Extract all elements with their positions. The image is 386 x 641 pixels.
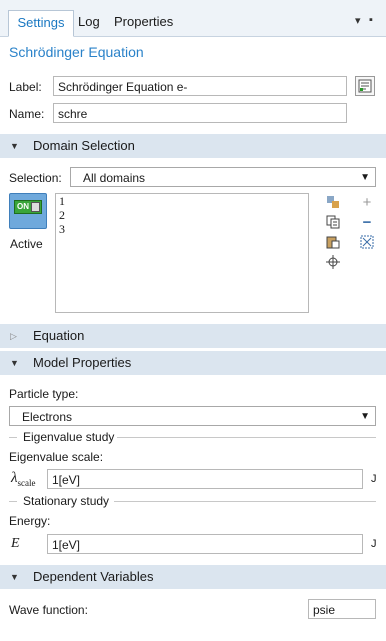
zoom-to-selection-icon[interactable]	[325, 254, 341, 270]
section-model-properties[interactable]: ▼ Model Properties	[0, 351, 386, 375]
domain-list[interactable]: 1 2 3	[55, 193, 309, 313]
eigenvalue-study-heading: Eigenvalue study	[23, 430, 115, 444]
toggle-on-text: ON	[17, 202, 29, 211]
eigenvalue-scale-input[interactable]: 1[eV]	[47, 469, 363, 489]
particle-type-label: Particle type:	[9, 387, 79, 401]
document-icon	[358, 79, 372, 93]
add-icon[interactable]: +	[359, 194, 375, 211]
section-title: Model Properties	[33, 355, 132, 370]
expand-icon: ▷	[10, 331, 17, 341]
section-title: Dependent Variables	[33, 569, 154, 584]
group-divider	[9, 437, 17, 438]
lambda-subscript: scale	[17, 478, 36, 488]
eigenvalue-scale-unit: J	[371, 473, 377, 485]
collapse-icon: ▼	[10, 141, 19, 151]
list-item[interactable]: 2	[56, 208, 308, 222]
toggle-knob	[31, 202, 40, 212]
chevron-down-icon: ▼	[360, 172, 370, 183]
collapse-icon: ▼	[10, 572, 19, 582]
chevron-down-icon: ▼	[360, 411, 370, 422]
wave-function-input[interactable]: psie	[308, 599, 376, 619]
clear-selection-icon[interactable]	[359, 234, 375, 250]
section-domain-selection[interactable]: ▼ Domain Selection	[0, 134, 386, 158]
tab-properties[interactable]: Properties	[110, 10, 177, 34]
section-equation[interactable]: ▷ Equation	[0, 324, 386, 348]
active-toggle[interactable]: ON	[9, 193, 47, 229]
list-item[interactable]: 3	[56, 222, 308, 236]
name-input[interactable]: schre	[53, 103, 347, 123]
energy-symbol: E	[11, 536, 20, 551]
label-field-label: Label:	[9, 80, 42, 94]
energy-unit: J	[371, 538, 377, 550]
stationary-study-heading: Stationary study	[23, 494, 110, 508]
list-item[interactable]: 1	[56, 194, 308, 208]
active-label: Active	[10, 237, 43, 251]
pin-icon[interactable]: ▾	[355, 14, 361, 27]
particle-type-value: Electrons	[22, 410, 73, 424]
energy-label: Energy:	[9, 514, 51, 528]
section-dependent-variables[interactable]: ▼ Dependent Variables	[0, 565, 386, 589]
selection-dropdown[interactable]: All domains ▼	[70, 167, 376, 187]
wave-function-label: Wave function:	[9, 603, 88, 617]
selection-value: All domains	[83, 171, 146, 185]
selection-label: Selection:	[9, 171, 62, 185]
paste-icon[interactable]	[325, 234, 341, 250]
eigenvalue-scale-label: Eigenvalue scale:	[9, 450, 104, 464]
energy-input[interactable]: 1[eV]	[47, 534, 363, 554]
remove-icon[interactable]: −	[359, 214, 375, 231]
section-title: Equation	[33, 328, 85, 343]
collapse-icon: ▼	[10, 358, 19, 368]
tab-log[interactable]: Log	[74, 10, 104, 34]
section-title: Domain Selection	[33, 138, 135, 153]
edit-label-button[interactable]	[355, 76, 375, 96]
lambda-symbol: λscale	[11, 470, 36, 488]
dropdown-menu-icon[interactable]: ▪	[369, 14, 373, 26]
name-field-label: Name:	[9, 107, 45, 121]
group-divider	[114, 501, 376, 502]
tab-settings[interactable]: Settings	[8, 10, 74, 37]
select-domains-icon[interactable]	[325, 194, 341, 210]
label-input[interactable]: Schrödinger Equation e-	[53, 76, 347, 96]
copy-icon[interactable]	[325, 214, 341, 230]
page-title: Schrödinger Equation	[9, 44, 144, 60]
group-divider	[117, 437, 376, 438]
particle-type-dropdown[interactable]: Electrons ▼	[9, 406, 376, 426]
group-divider	[9, 501, 17, 502]
